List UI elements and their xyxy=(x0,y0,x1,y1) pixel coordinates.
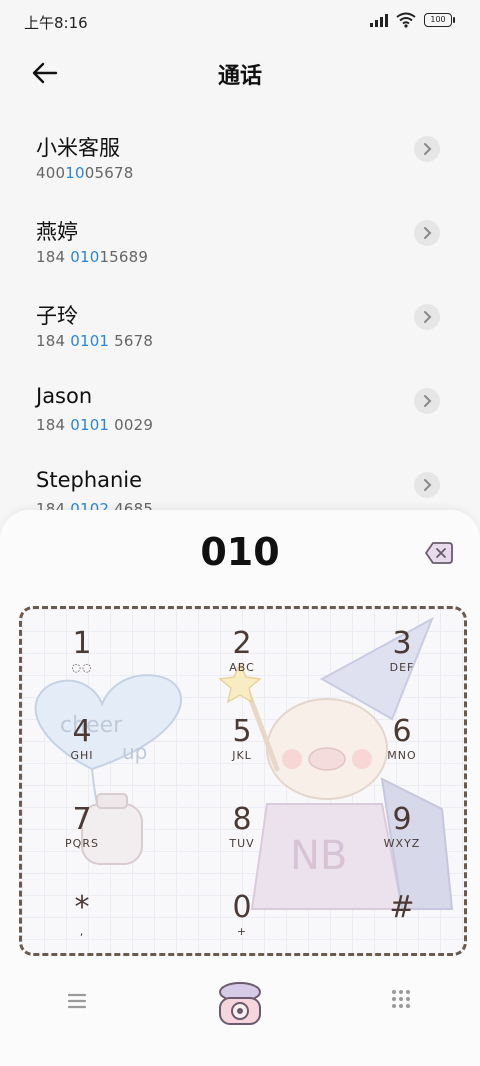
contact-name: Jason xyxy=(36,384,93,408)
dial-key-4[interactable]: 4 GHI xyxy=(22,715,142,795)
bottom-bar xyxy=(0,970,480,1040)
contact-name: Stephanie xyxy=(36,468,143,492)
dial-key-8[interactable]: 8 TUV xyxy=(182,803,302,883)
dial-key-1[interactable]: 1 ◌◌ xyxy=(22,627,142,707)
contact-number: 184 01015689 xyxy=(36,248,149,266)
contact-item[interactable]: 子玲 184 0101 5678 xyxy=(0,288,480,372)
dial-pad: cheer up NB 1 ◌◌ 2 ABC 3 DEF 4 GHI 5 JKL 6 MNO… xyxy=(19,606,467,956)
battery-icon: 100 xyxy=(424,13,455,27)
status-bar: 上午8:16 100 xyxy=(0,0,480,44)
dial-key-3[interactable]: 3 DEF xyxy=(342,627,462,707)
contact-name: 子玲 xyxy=(36,304,78,328)
contact-number: 184 0101 5678 xyxy=(36,332,154,350)
contact-item[interactable]: 小米客服 4001005678 xyxy=(0,120,480,204)
contact-list: 小米客服 4001005678 燕婷 184 01015689 子玲 184 0… xyxy=(0,120,480,540)
contact-name: 小米客服 xyxy=(36,136,120,160)
chevron-right-icon[interactable] xyxy=(414,136,440,162)
contact-number: 184 0101 0029 xyxy=(36,416,154,434)
status-time: 上午8:16 xyxy=(24,14,88,32)
dialed-number: 010 xyxy=(200,530,280,574)
dial-key-6[interactable]: 6 MNO xyxy=(342,715,462,795)
contact-item[interactable]: 燕婷 184 01015689 xyxy=(0,204,480,288)
dial-key-7[interactable]: 7 PQRS xyxy=(22,803,142,883)
wifi-icon xyxy=(396,12,416,28)
call-phone-icon[interactable] xyxy=(212,974,268,1030)
contact-number: 4001005678 xyxy=(36,164,134,182)
signal-icon xyxy=(370,13,388,27)
dial-key-hash[interactable]: # xyxy=(342,891,462,953)
menu-icon[interactable] xyxy=(64,990,90,1012)
dial-key-0[interactable]: 0 + xyxy=(182,891,302,953)
chevron-right-icon[interactable] xyxy=(414,304,440,330)
page-title: 通话 xyxy=(217,64,262,89)
backspace-icon[interactable] xyxy=(424,540,454,566)
dial-key-5[interactable]: 5 JKL xyxy=(182,715,302,795)
dial-key-2[interactable]: 2 ABC xyxy=(182,627,302,707)
chevron-right-icon[interactable] xyxy=(414,472,440,498)
app-header: 通话 xyxy=(0,50,480,94)
chevron-right-icon[interactable] xyxy=(414,220,440,246)
contact-item[interactable]: Jason 184 0101 0029 xyxy=(0,372,480,456)
chevron-right-icon[interactable] xyxy=(414,388,440,414)
dial-key-9[interactable]: 9 WXYZ xyxy=(342,803,462,883)
status-icons: 100 xyxy=(370,12,455,28)
dial-key-star[interactable]: *, xyxy=(22,891,142,953)
contact-name: 燕婷 xyxy=(36,220,78,244)
dialpad-icon[interactable] xyxy=(390,988,412,1010)
